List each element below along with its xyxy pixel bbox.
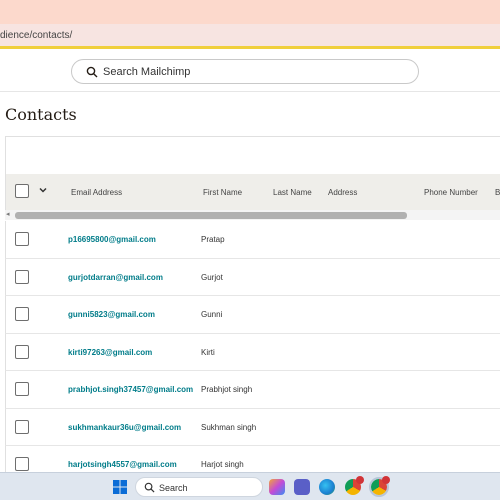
teams-icon[interactable] (294, 479, 310, 495)
table-row: gurjotdarran@gmail.com Gurjot (5, 258, 500, 296)
row-email-link[interactable]: gunni5823@gmail.com (68, 310, 155, 319)
row-checkbox[interactable] (15, 232, 29, 246)
row-first-name: Gunni (201, 310, 223, 319)
notification-badge (356, 476, 364, 484)
scrollbar-thumb[interactable] (15, 212, 407, 219)
row-first-name: Sukhman singh (201, 422, 257, 432)
row-email-link[interactable]: prabhjot.singh37457@gmail.com (68, 385, 193, 394)
table-row: sukhmankaur36u@gmail.com Sukhman singh (5, 408, 500, 446)
contacts-table-body: p16695800@gmail.com Pratap gurjotdarran@… (5, 221, 500, 484)
address-bar[interactable]: dience/contacts/ (0, 24, 500, 49)
chrome-profile-icon[interactable] (369, 476, 390, 497)
row-email-link[interactable]: p16695800@gmail.com (68, 235, 156, 244)
column-header-first-name[interactable]: First Name (203, 188, 242, 197)
row-email-link[interactable]: sukhmankaur36u@gmail.com (68, 423, 181, 432)
row-first-name: Harjot singh (201, 460, 244, 469)
column-header-phone[interactable]: Phone Number (424, 188, 478, 197)
row-first-name: Prabhjot singh (201, 385, 253, 394)
column-header-next[interactable]: B (495, 188, 500, 197)
edge-icon[interactable] (319, 479, 335, 495)
table-toolbar (5, 136, 500, 174)
row-email-link[interactable]: kirti97263@gmail.com (68, 348, 152, 357)
table-row: prabhjot.singh37457@gmail.com Prabhjot s… (5, 371, 500, 409)
row-email-link[interactable]: gurjotdarran@gmail.com (68, 273, 163, 282)
row-checkbox[interactable] (15, 457, 29, 471)
row-first-name: Gurjot (201, 272, 223, 282)
table-row: p16695800@gmail.com Pratap (5, 221, 500, 259)
windows-start-icon[interactable] (113, 480, 127, 494)
search-placeholder: Search Mailchimp (103, 66, 191, 78)
windows-taskbar: Search (0, 472, 500, 500)
horizontal-scrollbar[interactable]: ◂ (5, 210, 500, 220)
row-checkbox[interactable] (15, 307, 29, 321)
row-checkbox[interactable] (15, 269, 29, 284)
search-icon (86, 66, 98, 78)
select-all-checkbox[interactable] (15, 184, 29, 198)
chevron-down-icon[interactable] (38, 185, 48, 195)
notification-badge (382, 476, 390, 484)
table-row: kirti97263@gmail.com Kirti (5, 333, 500, 371)
row-first-name: Kirti (201, 347, 215, 357)
chrome-icon[interactable] (345, 476, 364, 495)
scroll-left-icon[interactable]: ◂ (6, 210, 10, 218)
search-icon (144, 482, 155, 493)
copilot-icon[interactable] (269, 479, 285, 495)
row-checkbox[interactable] (15, 382, 29, 396)
column-header-last-name[interactable]: Last Name (273, 188, 312, 197)
table-header-row: Email Address First Name Last Name Addre… (5, 174, 500, 210)
taskbar-search-label: Search (159, 483, 188, 493)
row-first-name: Pratap (201, 235, 225, 244)
row-checkbox[interactable] (15, 344, 29, 359)
page-title: Contacts (5, 105, 77, 124)
url-text[interactable]: dience/contacts/ (0, 30, 72, 41)
table-row: gunni5823@gmail.com Gunni (5, 296, 500, 334)
row-checkbox[interactable] (15, 419, 29, 434)
search-mailchimp-input[interactable]: Search Mailchimp (71, 59, 419, 84)
row-email-link[interactable]: harjotsingh4557@gmail.com (68, 460, 177, 469)
column-header-address[interactable]: Address (328, 188, 357, 197)
column-header-email[interactable]: Email Address (71, 188, 122, 197)
browser-top-band (0, 0, 500, 24)
taskbar-search-input[interactable]: Search (135, 477, 263, 497)
app-header: Search Mailchimp (0, 52, 500, 92)
